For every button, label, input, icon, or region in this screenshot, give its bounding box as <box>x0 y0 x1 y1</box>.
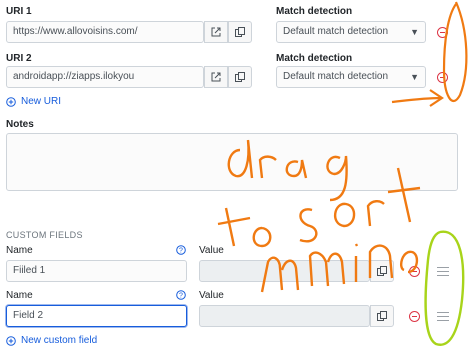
handwritten-annotation <box>217 1 468 346</box>
